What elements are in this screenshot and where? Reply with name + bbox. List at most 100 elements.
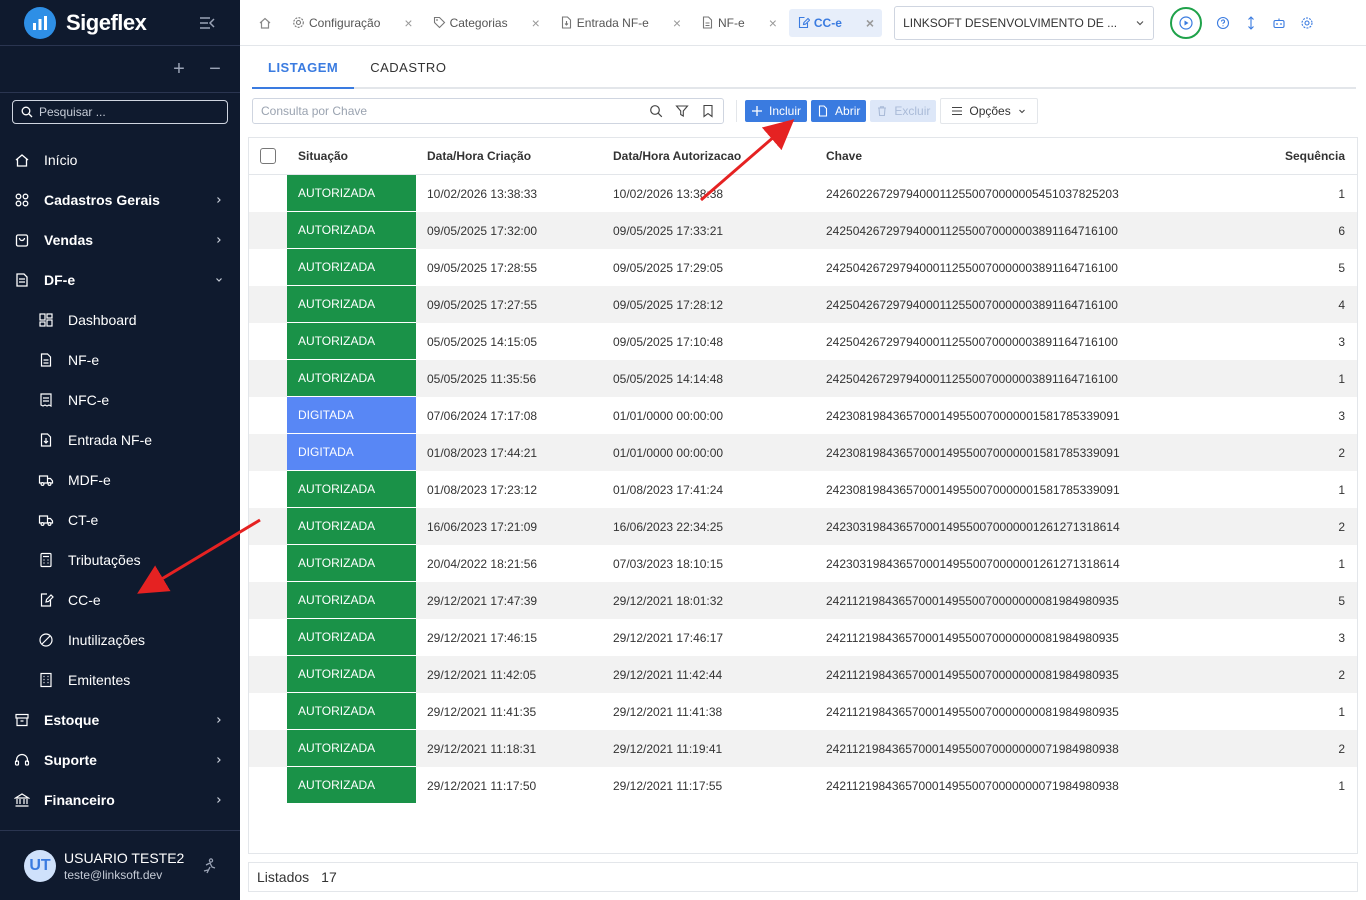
sidebar-item-vendas[interactable]: Vendas	[0, 220, 240, 260]
close-icon[interactable]: ×	[866, 15, 874, 31]
sidebar-item-in-cio[interactable]: Início	[0, 140, 240, 180]
table-row[interactable]: AUTORIZADA 29/12/2021 17:46:15 29/12/2021 …	[249, 619, 1357, 656]
cell-sequencia: 2	[1338, 667, 1345, 682]
sidebar-item-inutiliza-es[interactable]: Inutilizações	[0, 620, 240, 660]
vertical-resize-icon[interactable]	[1244, 15, 1258, 30]
file-in-icon	[561, 16, 571, 29]
table-row[interactable]: AUTORIZADA 29/12/2021 17:47:39 29/12/2021 …	[249, 582, 1357, 619]
table-row[interactable]: AUTORIZADA 09/05/2025 17:28:55 09/05/2025 …	[249, 249, 1357, 286]
company-select[interactable]: LINKSOFT DESENVOLVIMENTO DE ...	[894, 5, 1155, 40]
settings-icon[interactable]	[1300, 16, 1314, 30]
collapse-all-button[interactable]: −	[208, 58, 222, 81]
sidebar-item-label: Entrada NF-e	[68, 432, 153, 448]
robot-icon[interactable]	[1272, 16, 1286, 30]
abrir-button[interactable]: Abrir	[811, 100, 867, 122]
tab-configura-o[interactable]: Configuração ×	[284, 9, 421, 37]
select-all-checkbox[interactable]	[260, 148, 276, 164]
cell-chave: 2423081984365700014955007000000158178533…	[826, 408, 1120, 423]
close-icon[interactable]: ×	[532, 15, 540, 31]
close-icon[interactable]: ×	[673, 15, 681, 31]
cell-criacao: 20/04/2022 18:21:56	[427, 556, 538, 571]
bookmark-icon[interactable]	[701, 104, 715, 118]
header-chave[interactable]: Chave	[815, 149, 1235, 163]
close-icon[interactable]: ×	[404, 15, 412, 31]
sidebar-item-entrada-nf-e[interactable]: Entrada NF-e	[0, 420, 240, 460]
table-row[interactable]: DIGITADA 01/08/2023 17:44:21 01/01/0000 00…	[249, 434, 1357, 471]
logout-icon[interactable]	[200, 857, 218, 875]
sidebar-item-cadastros-gerais[interactable]: Cadastros Gerais	[0, 180, 240, 220]
table-row[interactable]: AUTORIZADA 05/05/2025 14:15:05 09/05/2025 …	[249, 323, 1357, 360]
excluir-button[interactable]: Excluir	[870, 100, 937, 122]
table-row[interactable]: AUTORIZADA 09/05/2025 17:27:55 09/05/2025 …	[249, 286, 1357, 323]
sidebar-item-nf-e[interactable]: NF-e	[0, 340, 240, 380]
table-row[interactable]: AUTORIZADA 29/12/2021 11:41:35 29/12/2021 …	[249, 693, 1357, 730]
table-row[interactable]: AUTORIZADA 20/04/2022 18:21:56 07/03/2023 …	[249, 545, 1357, 582]
avatar[interactable]: UT	[24, 849, 56, 882]
status-badge: AUTORIZADA	[287, 582, 416, 619]
chevron-right-icon	[217, 237, 221, 243]
incluir-button[interactable]: Incluir	[745, 100, 808, 122]
sidebar-item-ct-e[interactable]: CT-e	[0, 500, 240, 540]
status-badge: AUTORIZADA	[287, 619, 416, 656]
chevron-down-icon	[1136, 20, 1144, 25]
cell-sequencia: 1	[1338, 778, 1345, 793]
cell-sequencia: 2	[1338, 519, 1345, 534]
chave-search-input[interactable]	[261, 104, 637, 118]
cell-sequencia: 1	[1338, 371, 1345, 386]
sidebar-item-emitentes[interactable]: Emitentes	[0, 660, 240, 700]
cell-criacao: 29/12/2021 11:17:50	[427, 778, 537, 793]
abrir-label: Abrir	[835, 104, 861, 118]
opcoes-button[interactable]: Opções	[940, 98, 1038, 124]
sidebar-item-cc-e[interactable]: CC-e	[0, 580, 240, 620]
tab-listagem[interactable]: LISTAGEM	[252, 60, 355, 89]
sidebar-item-df-e[interactable]: DF-e	[0, 260, 240, 300]
table-row[interactable]: AUTORIZADA 16/06/2023 17:21:09 16/06/2023 …	[249, 508, 1357, 545]
tab-categorias[interactable]: Categorias ×	[425, 9, 548, 37]
table-row[interactable]: AUTORIZADA 29/12/2021 11:17:50 29/12/2021 …	[249, 767, 1357, 804]
tab-cadastro[interactable]: CADASTRO	[354, 60, 462, 87]
filter-icon[interactable]	[675, 104, 689, 118]
cell-sequencia: 1	[1338, 482, 1345, 497]
sidebar-search-input[interactable]	[39, 105, 219, 119]
cell-chave: 2423081984365700014955007000000158178533…	[826, 445, 1120, 460]
sidebar-item-label: NFC-e	[68, 392, 110, 408]
help-icon[interactable]	[1216, 16, 1230, 30]
status-badge: DIGITADA	[287, 397, 416, 434]
tab-entrada-nf-e[interactable]: Entrada NF-e ×	[552, 9, 689, 37]
sidebar-item-nfc-e[interactable]: NFC-e	[0, 380, 240, 420]
sidebar-item-mdf-e[interactable]: MDF-e	[0, 460, 240, 500]
header-autorizacao[interactable]: Data/Hora Autorizacao	[602, 149, 815, 163]
chevron-right-icon	[217, 757, 221, 763]
tab-cc-e[interactable]: CC-e ×	[788, 8, 883, 37]
sidebar-item-tributa-es[interactable]: Tributações	[0, 540, 240, 580]
sidebar-item-financeiro[interactable]: Financeiro	[0, 780, 240, 820]
sidebar-item-estoque[interactable]: Estoque	[0, 700, 240, 740]
chevron-down-icon	[1018, 109, 1025, 114]
tab-nf-e[interactable]: NF-e ×	[693, 9, 785, 37]
close-icon[interactable]: ×	[769, 15, 777, 31]
header-situacao[interactable]: Situação	[287, 149, 416, 163]
search-icon[interactable]	[649, 104, 663, 118]
home-icon	[14, 152, 30, 168]
header-sequencia[interactable]: Sequência	[1235, 149, 1357, 163]
table-row[interactable]: AUTORIZADA 09/05/2025 17:32:00 09/05/2025 …	[249, 212, 1357, 249]
collapse-sidebar-icon[interactable]	[198, 14, 216, 32]
expand-all-button[interactable]: +	[172, 58, 186, 81]
table-row[interactable]: AUTORIZADA 10/02/2026 13:38:33 10/02/2026 …	[249, 175, 1357, 212]
cell-sequencia: 4	[1338, 297, 1345, 312]
edit-file-icon	[798, 16, 810, 29]
home-tab[interactable]	[254, 12, 276, 34]
table-row[interactable]: DIGITADA 07/06/2024 17:17:08 01/01/0000 00…	[249, 397, 1357, 434]
table-row[interactable]: AUTORIZADA 29/12/2021 11:42:05 29/12/2021 …	[249, 656, 1357, 693]
status-badge: AUTORIZADA	[287, 508, 416, 545]
cell-sequencia: 3	[1338, 630, 1345, 645]
gear-icon	[293, 17, 304, 28]
header-criacao[interactable]: Data/Hora Criação	[416, 149, 602, 163]
cell-criacao: 09/05/2025 17:28:55	[427, 260, 538, 275]
table-row[interactable]: AUTORIZADA 05/05/2025 11:35:56 05/05/2025 …	[249, 360, 1357, 397]
sidebar-item-suporte[interactable]: Suporte	[0, 740, 240, 780]
run-button[interactable]	[1170, 6, 1203, 39]
sidebar-item-dashboard[interactable]: Dashboard	[0, 300, 240, 340]
table-row[interactable]: AUTORIZADA 01/08/2023 17:23:12 01/08/2023 …	[249, 471, 1357, 508]
table-row[interactable]: AUTORIZADA 29/12/2021 11:18:31 29/12/2021 …	[249, 730, 1357, 767]
